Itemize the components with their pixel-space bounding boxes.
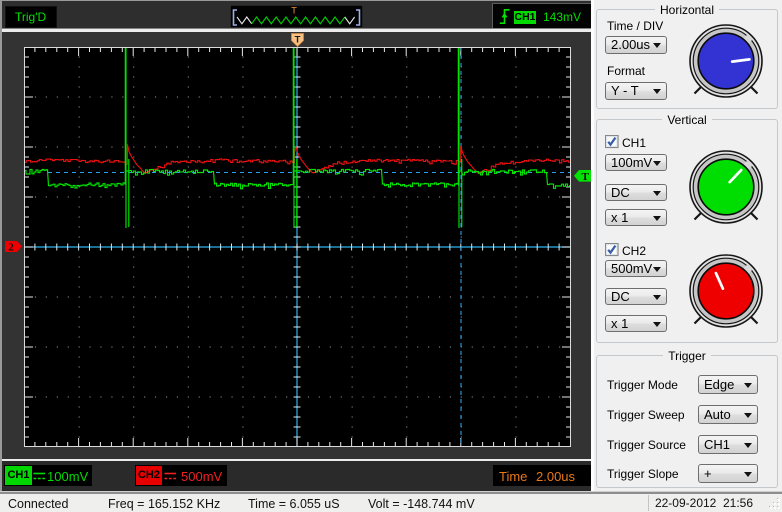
svg-text:T: T <box>291 6 297 17</box>
svg-text:2: 2 <box>8 241 14 251</box>
svg-text:T: T <box>581 171 589 182</box>
svg-text:T: T <box>295 34 301 45</box>
